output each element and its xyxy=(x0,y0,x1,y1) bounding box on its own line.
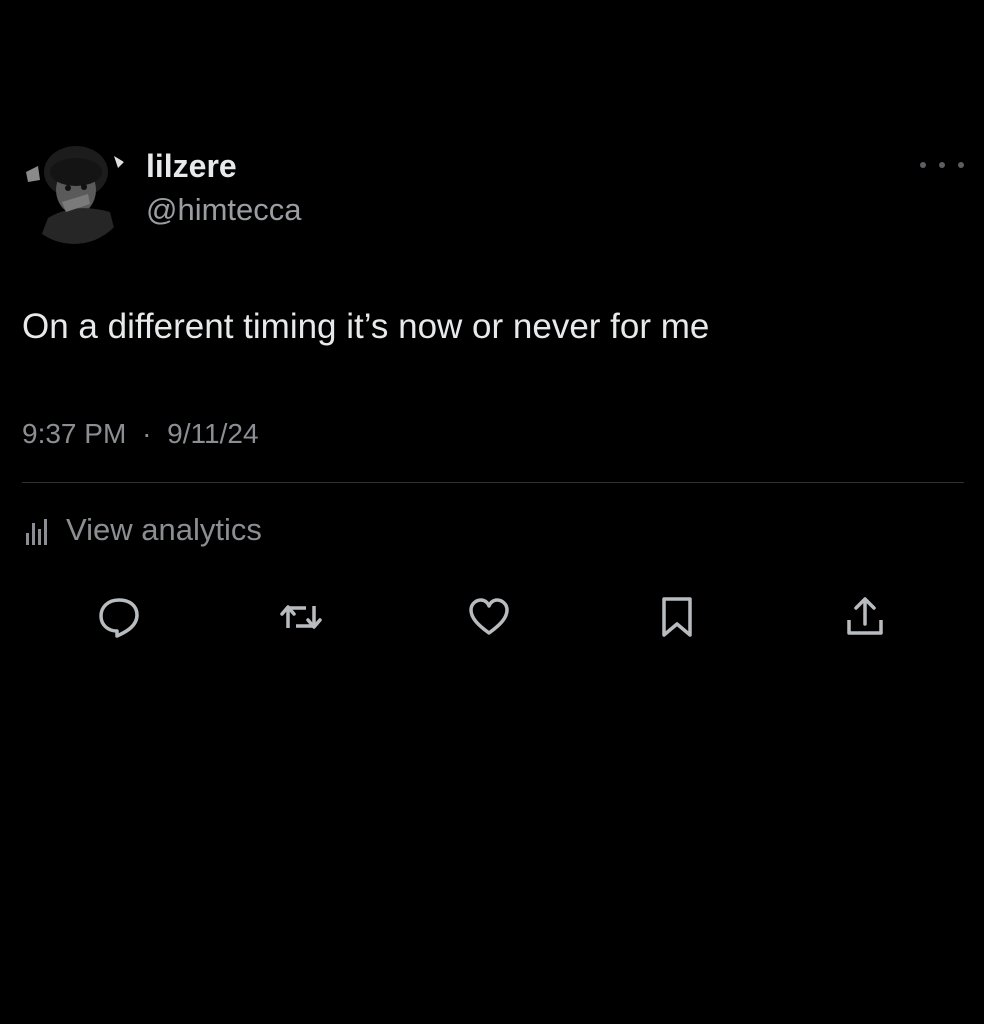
tweet-timestamp[interactable]: 9:37 PM · 9/11/24 xyxy=(22,414,259,454)
reply-bubble-icon xyxy=(99,598,139,638)
action-bar xyxy=(0,592,984,642)
heart-icon xyxy=(469,598,509,635)
more-dot xyxy=(939,162,945,168)
analytics-bars-icon xyxy=(22,515,52,545)
more-options-button[interactable] xyxy=(920,150,964,180)
tweet-time: 9:37 PM xyxy=(22,418,127,449)
repost-button[interactable] xyxy=(276,592,326,642)
like-button[interactable] xyxy=(464,592,514,642)
reply-button[interactable] xyxy=(94,592,144,642)
tweet-date: 9/11/24 xyxy=(167,418,259,449)
view-analytics-link[interactable]: View analytics xyxy=(22,508,262,552)
bookmark-icon xyxy=(662,597,692,637)
share-upload-icon xyxy=(847,597,883,635)
avatar[interactable] xyxy=(18,132,130,244)
avatar-image xyxy=(18,132,130,244)
display-name[interactable]: lilzere xyxy=(146,146,237,186)
repost-arrows-icon xyxy=(280,605,322,629)
share-button[interactable] xyxy=(840,592,890,642)
tweet-text: On a different timing it’s now or never … xyxy=(22,307,710,346)
tweet-detail: lilzere @himtecca On a different timing … xyxy=(0,0,984,1024)
divider xyxy=(22,482,964,483)
more-horizontal-icon xyxy=(920,162,926,168)
user-handle[interactable]: @himtecca xyxy=(146,190,302,230)
more-dot xyxy=(958,162,964,168)
bookmark-button[interactable] xyxy=(652,592,702,642)
view-analytics-label: View analytics xyxy=(66,512,262,547)
meta-separator: · xyxy=(142,418,152,449)
